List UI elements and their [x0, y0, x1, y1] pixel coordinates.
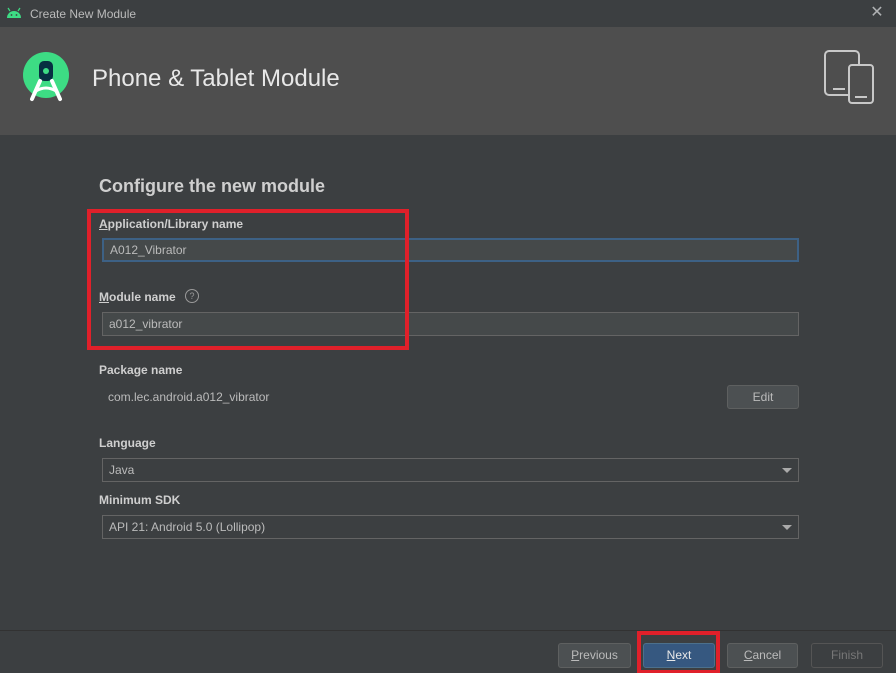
title-bar: Create New Module ✕	[0, 0, 896, 27]
package-name-label: Package name	[99, 363, 183, 377]
language-selected-value: Java	[109, 463, 135, 477]
language-label: Language	[99, 436, 156, 450]
create-module-dialog: Create New Module ✕ Phone & Tablet Modul…	[0, 0, 896, 673]
page-heading: Phone & Tablet Module	[92, 65, 340, 92]
android-studio-icon	[7, 7, 21, 18]
minimum-sdk-label: Minimum SDK	[99, 493, 181, 507]
minimum-sdk-select[interactable]: API 21: Android 5.0 (Lollipop)	[102, 515, 799, 539]
window-title: Create New Module	[30, 7, 137, 21]
finish-button: Finish	[811, 643, 883, 668]
annotation-highlight-fields	[87, 209, 409, 350]
cancel-button[interactable]: Cancel	[727, 643, 798, 668]
previous-label: revious	[579, 648, 618, 662]
wizard-header: Phone & Tablet Module	[0, 27, 896, 135]
cancel-label: ancel	[752, 648, 782, 662]
previous-button[interactable]: Previous	[558, 643, 631, 668]
close-icon[interactable]: ✕	[868, 4, 886, 22]
language-select[interactable]: Java	[102, 458, 799, 482]
phone-tablet-icon	[824, 50, 874, 104]
section-title: Configure the new module	[99, 176, 326, 196]
android-studio-logo	[23, 52, 69, 101]
chevron-down-icon	[782, 468, 792, 473]
annotation-highlight-next	[637, 631, 720, 673]
form-content: Configure the new module Application/Lib…	[0, 135, 896, 630]
minimum-sdk-selected-value: API 21: Android 5.0 (Lollipop)	[109, 520, 266, 534]
package-name-value: com.lec.android.a012_vibrator	[108, 390, 270, 404]
chevron-down-icon	[782, 525, 792, 530]
dialog-footer: Previous Next Cancel Finish	[0, 630, 896, 673]
previous-mnemonic: P	[571, 648, 580, 662]
edit-package-button[interactable]: Edit	[727, 385, 799, 409]
